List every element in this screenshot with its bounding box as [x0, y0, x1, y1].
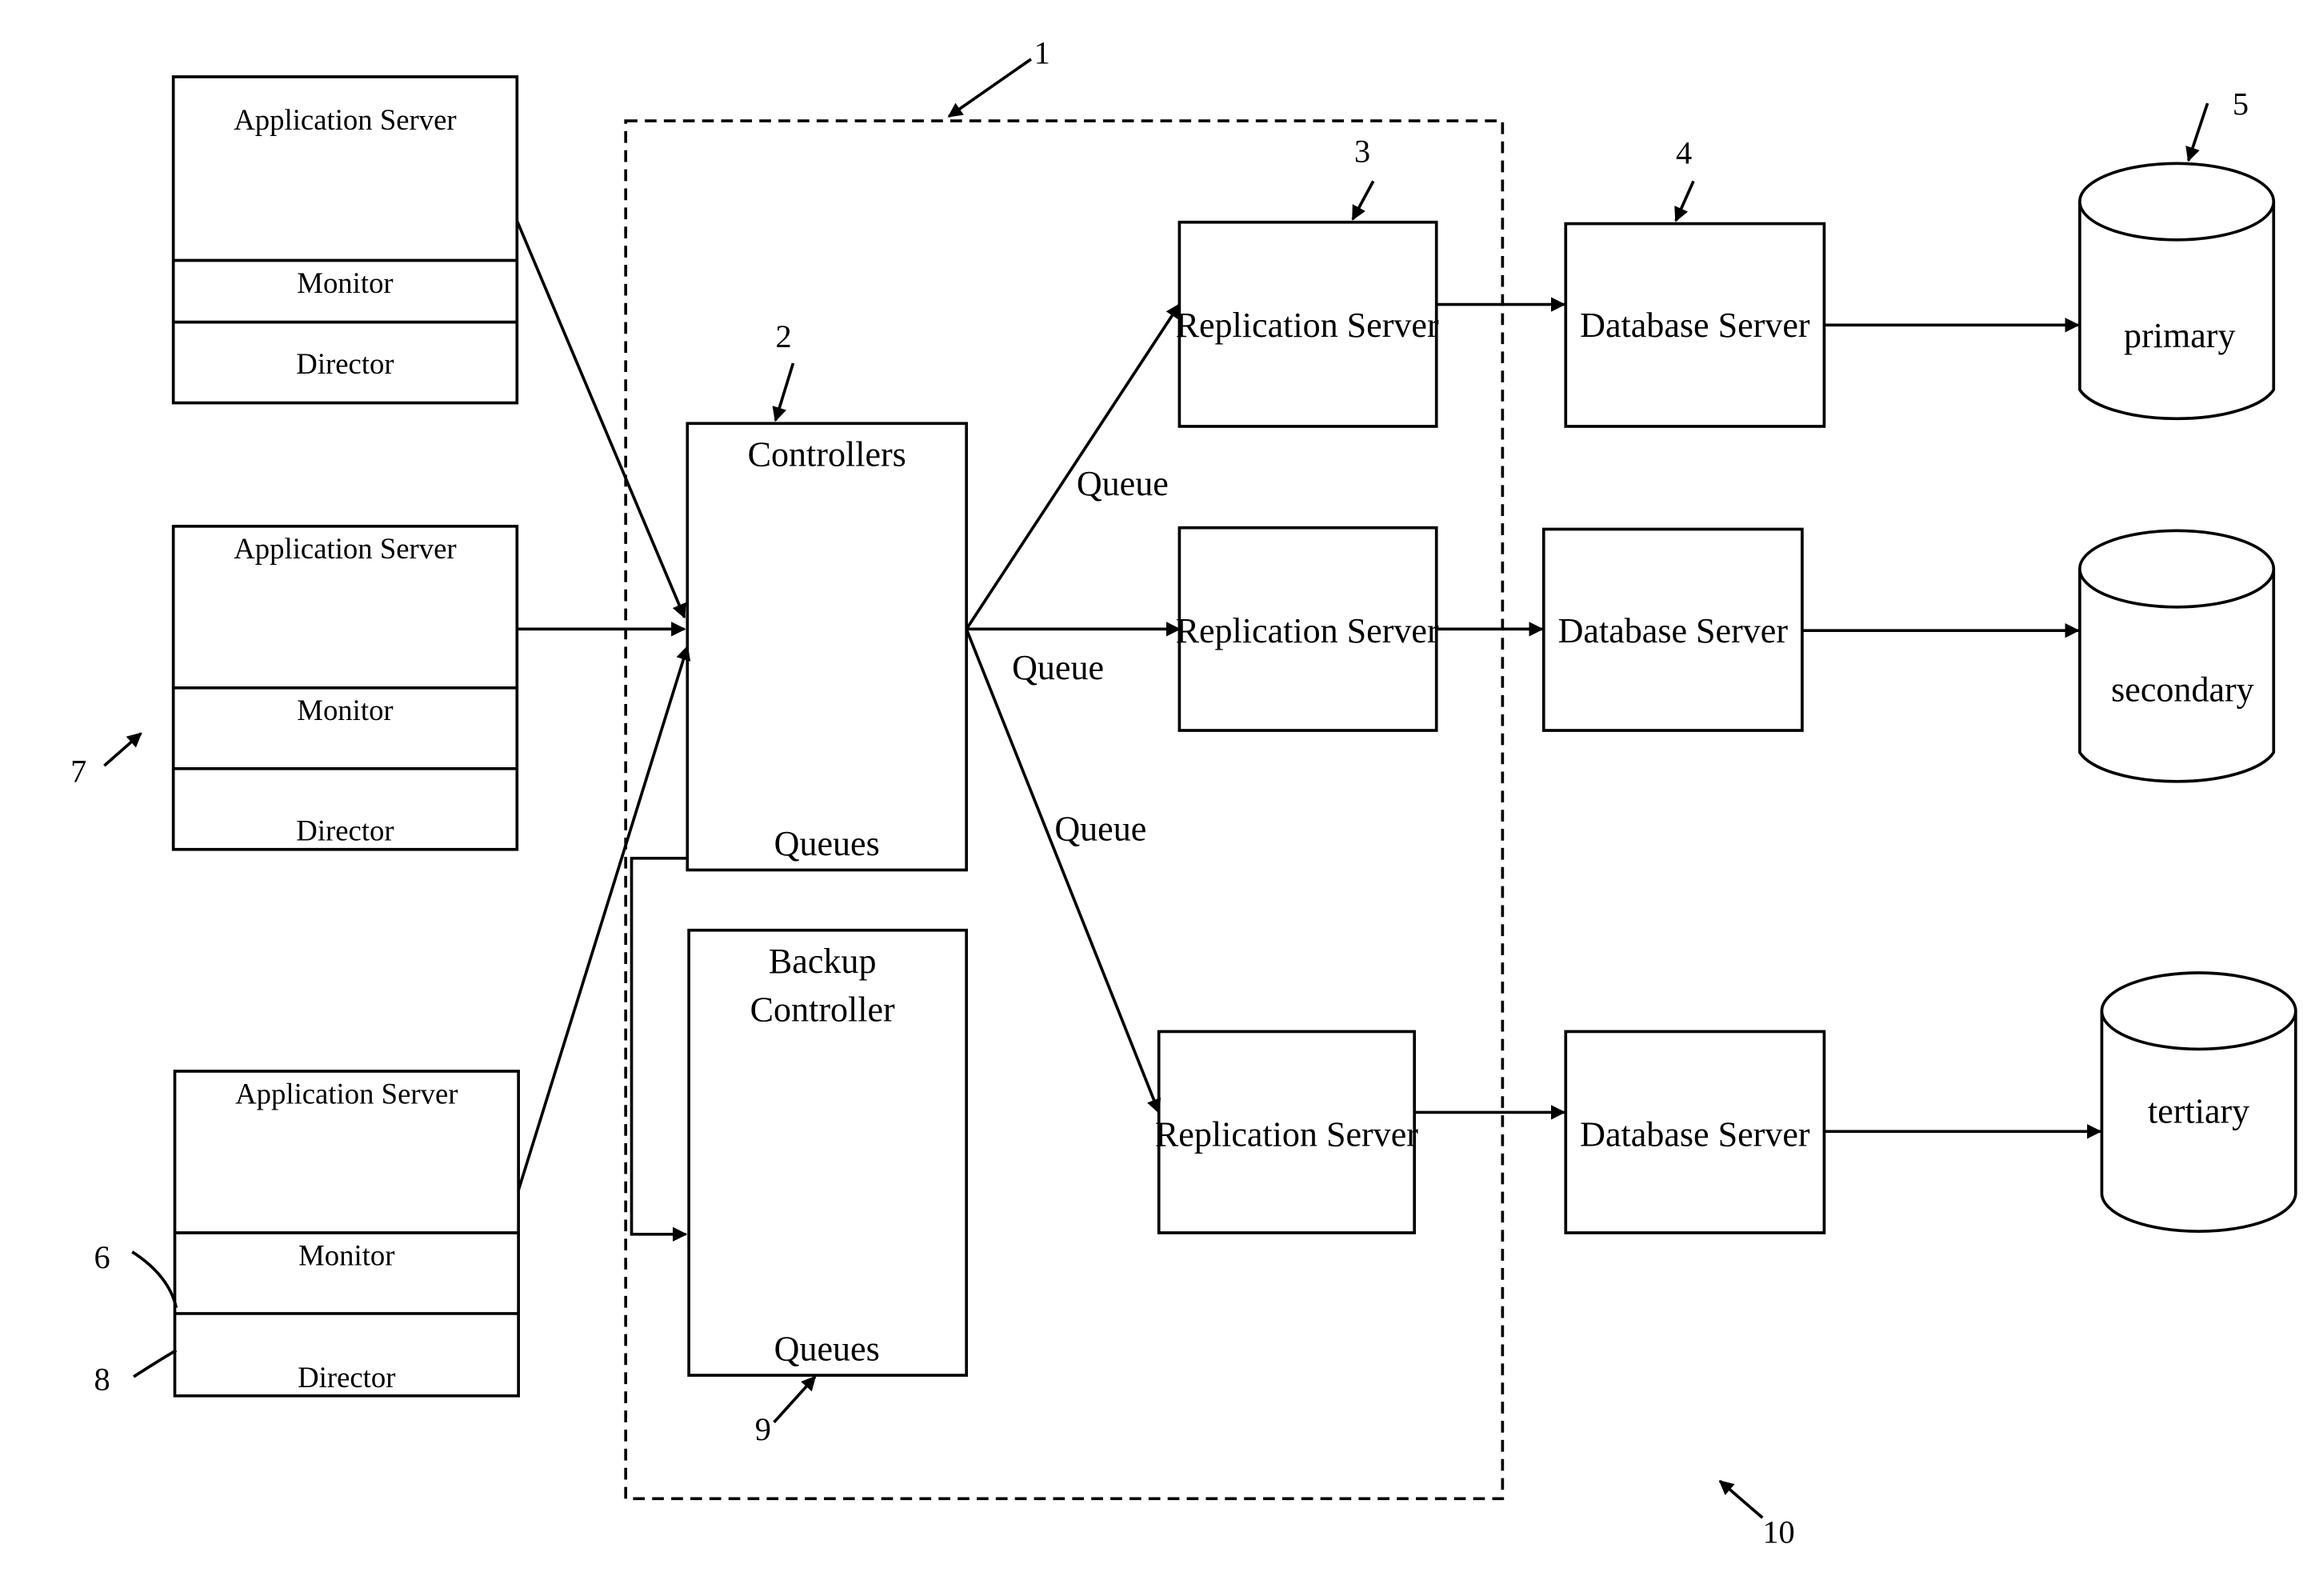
- app-server-1[interactable]: Application Server Monitor Director: [171, 75, 519, 405]
- ref-number-3: 3: [1354, 133, 1370, 169]
- ref-number-5: 5: [2233, 86, 2249, 122]
- replication-server-1[interactable]: Replication Server: [1176, 220, 1439, 428]
- database-secondary-label: secondary: [2111, 670, 2254, 709]
- director-label: Director: [296, 347, 394, 380]
- ref-arrow-1: [947, 58, 1032, 118]
- ref-number-10: 10: [1762, 1514, 1794, 1550]
- replication-server-2[interactable]: Replication Server: [1176, 526, 1439, 732]
- ref-arrow-5: [2185, 102, 2209, 162]
- ref-arrow-2: [772, 362, 795, 422]
- backup-controller-title-1: Backup: [769, 942, 877, 981]
- arrow-app3-controllers: [517, 645, 691, 1191]
- ref-number-9: 9: [755, 1411, 771, 1447]
- ref-leader-6: [131, 1250, 178, 1309]
- director-label: Director: [298, 1361, 395, 1394]
- monitor-label: Monitor: [298, 1238, 394, 1271]
- backup-controller-box[interactable]: Backup Controller Queues: [687, 928, 968, 1377]
- monitor-label: Monitor: [297, 266, 393, 299]
- director-label: Director: [296, 814, 394, 847]
- controllers-box[interactable]: Controllers Queues: [686, 422, 968, 872]
- ref-arrow-9: [773, 1375, 817, 1424]
- system-diagram: Application Server Monitor Director Appl…: [70, 34, 2297, 1550]
- database-primary[interactable]: primary: [2078, 162, 2276, 421]
- controllers-title: Controllers: [748, 435, 906, 474]
- database-server-2[interactable]: Database Server: [1541, 527, 1804, 732]
- arrow-app1-controllers: [515, 220, 686, 619]
- ref-number-4: 4: [1676, 134, 1692, 170]
- app-server-title: Application Server: [234, 532, 456, 565]
- queue-label-3: Queue: [1054, 810, 1146, 849]
- ref-arrow-3: [1351, 180, 1375, 221]
- replication-server-label: Replication Server: [1176, 306, 1439, 345]
- database-tertiary-label: tertiary: [2148, 1091, 2249, 1130]
- app-server-title: Application Server: [234, 103, 456, 136]
- database-server-3[interactable]: Database Server: [1564, 1030, 1826, 1234]
- ref-leader-8: [133, 1349, 178, 1378]
- database-server-1[interactable]: Database Server: [1564, 222, 1826, 428]
- queue-label-2: Queue: [1012, 648, 1104, 687]
- backup-controller-queues-label: Queues: [774, 1330, 880, 1369]
- app-server-2[interactable]: Application Server Monitor Director: [171, 524, 519, 851]
- ref-number-1: 1: [1034, 34, 1050, 70]
- database-server-label: Database Server: [1580, 306, 1810, 345]
- monitor-label: Monitor: [297, 694, 393, 726]
- ref-number-2: 2: [775, 318, 791, 354]
- database-secondary[interactable]: secondary: [2078, 529, 2276, 783]
- controllers-queues-label: Queues: [774, 824, 880, 863]
- database-server-label: Database Server: [1580, 1115, 1810, 1154]
- ref-number-7: 7: [70, 753, 86, 789]
- queue-label-1: Queue: [1077, 464, 1169, 503]
- ref-arrow-7: [103, 732, 142, 767]
- ref-arrow-10: [1718, 1479, 1764, 1519]
- ref-number-8: 8: [94, 1361, 110, 1397]
- replication-server-3[interactable]: Replication Server: [1155, 1030, 1418, 1234]
- app-server-3[interactable]: Application Server Monitor Director: [173, 1070, 520, 1398]
- app-server-title: Application Server: [235, 1077, 458, 1110]
- arrow-controllers-rep3: [965, 628, 1161, 1114]
- replication-server-label: Replication Server: [1176, 611, 1439, 650]
- database-server-label: Database Server: [1558, 611, 1789, 650]
- database-tertiary[interactable]: tertiary: [2100, 971, 2297, 1233]
- replication-server-label: Replication Server: [1155, 1115, 1418, 1154]
- ref-number-6: 6: [94, 1239, 110, 1275]
- backup-controller-title-2: Controller: [750, 990, 895, 1030]
- database-primary-label: primary: [2124, 316, 2235, 355]
- arrow-controllers-backup: [630, 856, 688, 1242]
- ref-arrow-4: [1674, 180, 1695, 222]
